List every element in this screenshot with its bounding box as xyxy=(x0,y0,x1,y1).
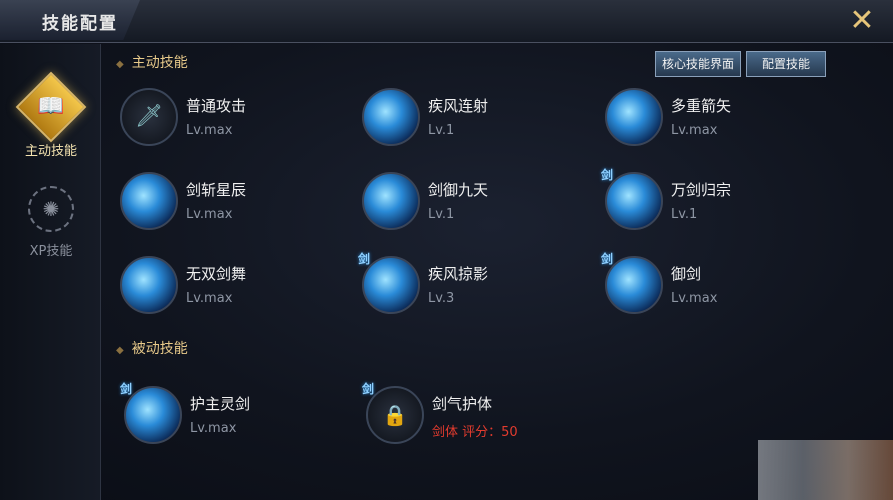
close-icon: ✕ xyxy=(849,3,875,38)
sword-badge: 剑 xyxy=(601,168,614,182)
skill-card[interactable]: 剑 疾风掠影 Lv.3 xyxy=(358,252,582,322)
tab-xp-skills[interactable]: ✺ XP技能 xyxy=(10,186,92,259)
skill-level: Lv.1 xyxy=(428,207,455,222)
book-icon: 📖 xyxy=(15,71,87,143)
sword-badge: 剑 xyxy=(358,252,371,266)
passive-skills-heading-text: 被动技能 xyxy=(131,341,188,357)
skill-card-locked[interactable]: 🔒 剑 剑气护体 剑体 评分：50 xyxy=(362,382,586,452)
skill-level: Lv.1 xyxy=(428,123,455,138)
skill-level: Lv.max xyxy=(671,291,718,306)
unlock-requirement: 剑体 评分：50 xyxy=(432,425,518,440)
sword-icon: 🗡 xyxy=(120,88,178,146)
skill-card[interactable]: 剑 护主灵剑 Lv.max xyxy=(120,382,344,452)
skill-dance-icon xyxy=(120,256,178,314)
skill-name: 多重箭矢 xyxy=(671,97,732,115)
skill-name: 疾风连射 xyxy=(428,97,489,115)
skill-slash-icon xyxy=(120,172,178,230)
skill-gale-icon xyxy=(362,88,420,146)
xp-emblem-icon: ✺ xyxy=(28,186,74,232)
skill-card[interactable]: 多重箭矢 Lv.max xyxy=(605,88,825,154)
close-button[interactable]: ✕ xyxy=(846,6,878,38)
skill-figure-icon xyxy=(605,172,663,230)
tab-active-skills-label: 主动技能 xyxy=(24,144,77,159)
skill-ride-icon xyxy=(605,256,663,314)
skill-name: 护主灵剑 xyxy=(190,395,251,413)
passive-skills-heading: ◆ 被动技能 xyxy=(116,338,188,358)
skill-level: Lv.max xyxy=(186,207,233,222)
configure-skills-button[interactable]: 配置技能 xyxy=(746,51,826,77)
skill-level: Lv.3 xyxy=(428,291,455,306)
title-bar: 技能配置 ✕ xyxy=(0,0,893,43)
tab-active-skills[interactable]: 📖 主动技能 xyxy=(10,71,92,159)
skill-config-window: 技能配置 ✕ 📖 主动技能 ✺ XP技能 ◆ 主动技能 核心技能界面 配置技能 🗡… xyxy=(0,0,893,500)
lock-icon: 🔒 xyxy=(366,386,424,444)
skill-level: Lv.1 xyxy=(671,207,698,222)
skill-guard-icon xyxy=(124,386,182,444)
blurred-watermark xyxy=(758,440,893,500)
active-skills-heading-text: 主动技能 xyxy=(131,55,188,71)
sword-badge: 剑 xyxy=(601,252,614,266)
skill-card[interactable]: 🗡 普通攻击 Lv.max xyxy=(120,88,340,154)
heading-bullet-icon: ◆ xyxy=(116,345,124,356)
skill-card[interactable]: 剑 御剑 Lv.max xyxy=(601,252,825,322)
skill-card[interactable]: 疾风连射 Lv.1 xyxy=(362,88,582,154)
core-skills-button[interactable]: 核心技能界面 xyxy=(655,51,742,77)
skill-name: 普通攻击 xyxy=(186,97,247,115)
tab-xp-skills-label: XP技能 xyxy=(29,244,73,259)
skill-level: Lv.max xyxy=(186,291,233,306)
active-skills-heading: ◆ 主动技能 xyxy=(116,52,188,72)
skill-name: 万剑归宗 xyxy=(671,181,732,199)
skill-level: Lv.max xyxy=(190,421,237,436)
heading-bullet-icon: ◆ xyxy=(116,59,124,70)
skill-card[interactable]: 剑御九天 Lv.1 xyxy=(362,172,582,238)
skill-card[interactable]: 剑 万剑归宗 Lv.1 xyxy=(601,168,825,238)
skill-level: Lv.max xyxy=(671,123,718,138)
skill-arrows-icon xyxy=(605,88,663,146)
skill-level: Lv.max xyxy=(186,123,233,138)
skill-name: 剑御九天 xyxy=(428,181,489,199)
skill-name: 剑气护体 xyxy=(432,395,493,413)
sidebar: 📖 主动技能 ✺ XP技能 xyxy=(0,44,101,500)
window-title: 技能配置 xyxy=(42,14,118,34)
skill-burst-icon xyxy=(362,172,420,230)
skill-name: 无双剑舞 xyxy=(186,265,247,283)
skill-name: 疾风掠影 xyxy=(428,265,489,283)
sword-badge: 剑 xyxy=(362,382,375,396)
skill-card[interactable]: 无双剑舞 Lv.max xyxy=(120,256,340,322)
sword-badge: 剑 xyxy=(120,382,133,396)
skill-name: 剑斩星辰 xyxy=(186,181,247,199)
skill-card[interactable]: 剑斩星辰 Lv.max xyxy=(120,172,340,238)
skill-name: 御剑 xyxy=(671,265,702,283)
skill-shadow-icon xyxy=(362,256,420,314)
